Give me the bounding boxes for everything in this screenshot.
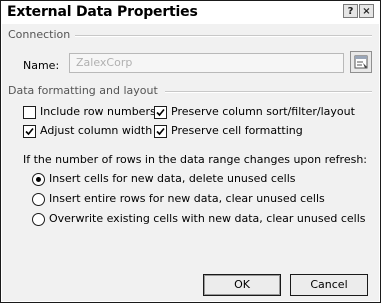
preserve-sort-filter-label: Preserve column sort/filter/layout (171, 105, 355, 118)
radio-selected-dot (36, 177, 41, 182)
overwrite-cells-radio[interactable] (32, 213, 45, 226)
close-button[interactable]: × (359, 4, 374, 18)
connection-properties-icon (354, 55, 368, 69)
checkmark-icon (156, 108, 165, 117)
adjust-column-width-label: Adjust column width (40, 124, 153, 137)
formatting-group-label: Data formatting and layout (8, 84, 158, 97)
include-row-numbers-label: Include row numbers (40, 105, 156, 118)
connection-divider (75, 35, 372, 37)
name-label: Name: (23, 59, 60, 72)
preserve-sort-filter-checkbox[interactable] (154, 106, 167, 119)
ok-button[interactable]: OK (203, 274, 281, 296)
checkmark-icon (25, 127, 34, 136)
insert-rows-label: Insert entire rows for new data, clear u… (49, 192, 325, 205)
help-icon: ? (347, 6, 354, 17)
external-data-properties-dialog: External Data Properties ? × Connection … (0, 0, 381, 303)
refresh-prompt: If the number of rows in the data range … (23, 153, 367, 166)
help-button[interactable]: ? (343, 4, 358, 18)
checkmark-icon (156, 127, 165, 136)
include-row-numbers-checkbox[interactable] (23, 106, 36, 119)
adjust-column-width-checkbox[interactable] (23, 125, 36, 138)
connection-group-label: Connection (8, 28, 71, 41)
insert-cells-label: Insert cells for new data, delete unused… (49, 172, 296, 185)
cancel-button[interactable]: Cancel (290, 274, 368, 296)
preserve-cell-formatting-label: Preserve cell formatting (171, 124, 303, 137)
title-bar: External Data Properties ? × (1, 1, 380, 23)
insert-cells-radio[interactable] (32, 173, 45, 186)
preserve-cell-formatting-checkbox[interactable] (154, 125, 167, 138)
formatting-divider (165, 91, 372, 93)
insert-rows-radio[interactable] (32, 193, 45, 206)
overwrite-cells-label: Overwrite existing cells with new data, … (49, 212, 366, 225)
name-field[interactable]: ZalexCorp (69, 53, 344, 73)
connection-properties-button[interactable] (350, 51, 372, 73)
close-icon: × (362, 6, 371, 17)
dialog-body: Connection Name: ZalexCorp Data formatti… (2, 24, 379, 301)
dialog-title: External Data Properties (7, 4, 198, 20)
